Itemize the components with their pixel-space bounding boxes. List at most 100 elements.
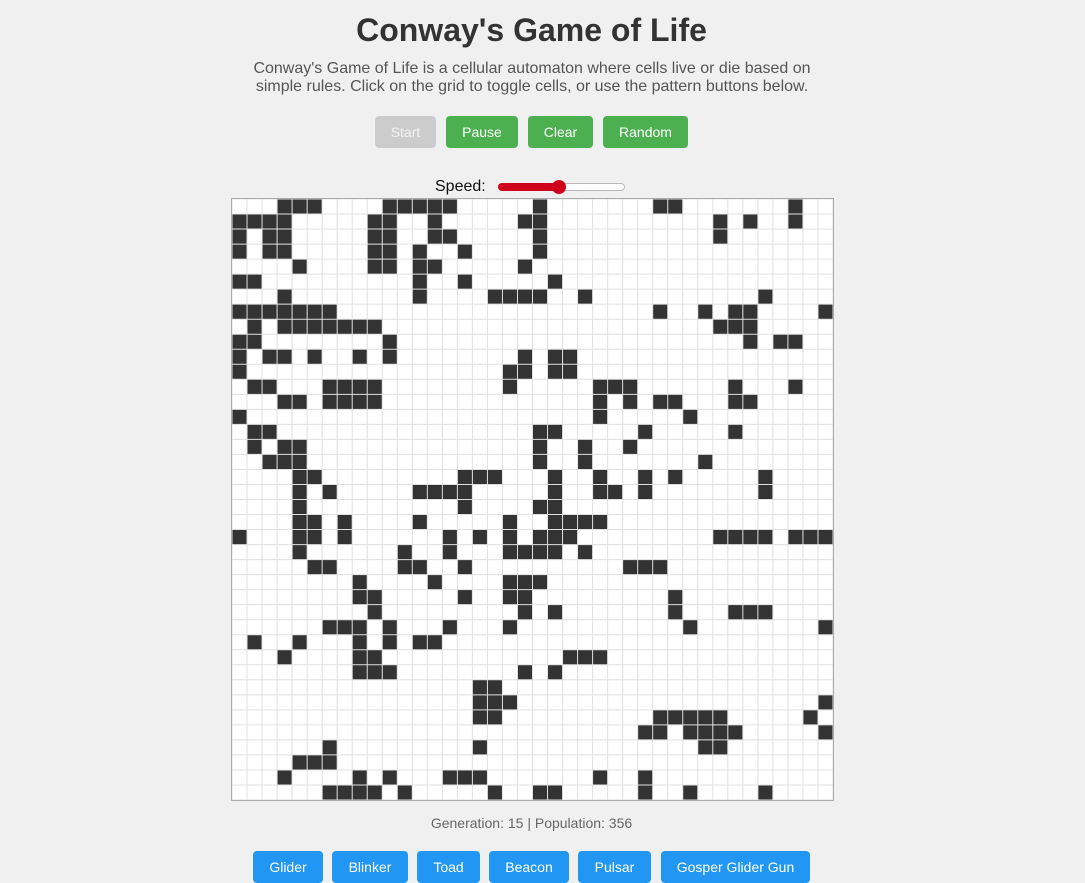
alive-cell[interactable] <box>502 574 518 590</box>
alive-cell[interactable] <box>547 364 563 380</box>
alive-cell[interactable] <box>382 634 398 650</box>
alive-cell[interactable] <box>682 724 698 740</box>
alive-cell[interactable] <box>547 544 563 560</box>
alive-cell[interactable] <box>262 379 278 395</box>
alive-cell[interactable] <box>547 784 563 800</box>
alive-cell[interactable] <box>322 754 338 770</box>
alive-cell[interactable] <box>382 664 398 680</box>
alive-cell[interactable] <box>382 619 398 635</box>
alive-cell[interactable] <box>322 784 338 800</box>
alive-cell[interactable] <box>382 199 398 215</box>
alive-cell[interactable] <box>292 469 308 485</box>
alive-cell[interactable] <box>562 649 578 665</box>
alive-cell[interactable] <box>817 304 833 320</box>
alive-cell[interactable] <box>457 274 473 290</box>
alive-cell[interactable] <box>292 544 308 560</box>
alive-cell[interactable] <box>352 319 368 335</box>
alive-cell[interactable] <box>337 619 353 635</box>
alive-cell[interactable] <box>307 754 323 770</box>
alive-cell[interactable] <box>262 229 278 245</box>
alive-cell[interactable] <box>292 529 308 545</box>
alive-cell[interactable] <box>772 334 788 350</box>
alive-cell[interactable] <box>457 769 473 785</box>
alive-cell[interactable] <box>622 559 638 575</box>
alive-cell[interactable] <box>307 469 323 485</box>
alive-cell[interactable] <box>577 454 593 470</box>
alive-cell[interactable] <box>277 349 293 365</box>
alive-cell[interactable] <box>622 394 638 410</box>
alive-cell[interactable] <box>382 349 398 365</box>
pattern-beacon-button[interactable]: Beacon <box>489 851 569 883</box>
alive-cell[interactable] <box>817 724 833 740</box>
alive-cell[interactable] <box>517 544 533 560</box>
alive-cell[interactable] <box>517 214 533 230</box>
alive-cell[interactable] <box>682 784 698 800</box>
alive-cell[interactable] <box>787 199 803 215</box>
alive-cell[interactable] <box>352 769 368 785</box>
alive-cell[interactable] <box>232 229 248 245</box>
alive-cell[interactable] <box>382 214 398 230</box>
alive-cell[interactable] <box>532 439 548 455</box>
alive-cell[interactable] <box>292 439 308 455</box>
alive-cell[interactable] <box>622 379 638 395</box>
alive-cell[interactable] <box>442 619 458 635</box>
alive-cell[interactable] <box>637 724 653 740</box>
alive-cell[interactable] <box>232 214 248 230</box>
alive-cell[interactable] <box>352 634 368 650</box>
alive-cell[interactable] <box>547 604 563 620</box>
alive-cell[interactable] <box>712 529 728 545</box>
alive-cell[interactable] <box>742 304 758 320</box>
alive-cell[interactable] <box>577 289 593 305</box>
alive-cell[interactable] <box>682 709 698 725</box>
alive-cell[interactable] <box>547 484 563 500</box>
alive-cell[interactable] <box>532 424 548 440</box>
alive-cell[interactable] <box>757 604 773 620</box>
alive-cell[interactable] <box>247 214 263 230</box>
alive-cell[interactable] <box>517 574 533 590</box>
alive-cell[interactable] <box>727 304 743 320</box>
alive-cell[interactable] <box>667 199 683 215</box>
alive-cell[interactable] <box>367 604 383 620</box>
alive-cell[interactable] <box>397 559 413 575</box>
alive-cell[interactable] <box>547 274 563 290</box>
alive-cell[interactable] <box>427 199 443 215</box>
alive-cell[interactable] <box>547 664 563 680</box>
alive-cell[interactable] <box>742 394 758 410</box>
alive-cell[interactable] <box>502 514 518 530</box>
alive-cell[interactable] <box>412 244 428 260</box>
alive-cell[interactable] <box>727 724 743 740</box>
random-button[interactable]: Random <box>603 116 688 148</box>
alive-cell[interactable] <box>232 334 248 350</box>
alive-cell[interactable] <box>307 559 323 575</box>
alive-cell[interactable] <box>292 259 308 275</box>
alive-cell[interactable] <box>547 424 563 440</box>
alive-cell[interactable] <box>787 379 803 395</box>
alive-cell[interactable] <box>712 724 728 740</box>
alive-cell[interactable] <box>442 529 458 545</box>
alive-cell[interactable] <box>412 259 428 275</box>
alive-cell[interactable] <box>382 244 398 260</box>
alive-cell[interactable] <box>637 769 653 785</box>
alive-cell[interactable] <box>712 214 728 230</box>
alive-cell[interactable] <box>817 619 833 635</box>
alive-cell[interactable] <box>292 634 308 650</box>
alive-cell[interactable] <box>397 544 413 560</box>
alive-cell[interactable] <box>427 259 443 275</box>
alive-cell[interactable] <box>382 769 398 785</box>
alive-cell[interactable] <box>232 349 248 365</box>
alive-cell[interactable] <box>232 364 248 380</box>
alive-cell[interactable] <box>592 409 608 425</box>
alive-cell[interactable] <box>517 589 533 605</box>
alive-cell[interactable] <box>292 394 308 410</box>
pattern-gosper-glider-gun-button[interactable]: Gosper Glider Gun <box>661 851 810 883</box>
alive-cell[interactable] <box>367 379 383 395</box>
alive-cell[interactable] <box>292 319 308 335</box>
alive-cell[interactable] <box>502 289 518 305</box>
pattern-pulsar-button[interactable]: Pulsar <box>578 851 651 883</box>
alive-cell[interactable] <box>592 649 608 665</box>
alive-cell[interactable] <box>322 619 338 635</box>
alive-cell[interactable] <box>532 199 548 215</box>
alive-cell[interactable] <box>667 394 683 410</box>
alive-cell[interactable] <box>307 319 323 335</box>
alive-cell[interactable] <box>382 259 398 275</box>
